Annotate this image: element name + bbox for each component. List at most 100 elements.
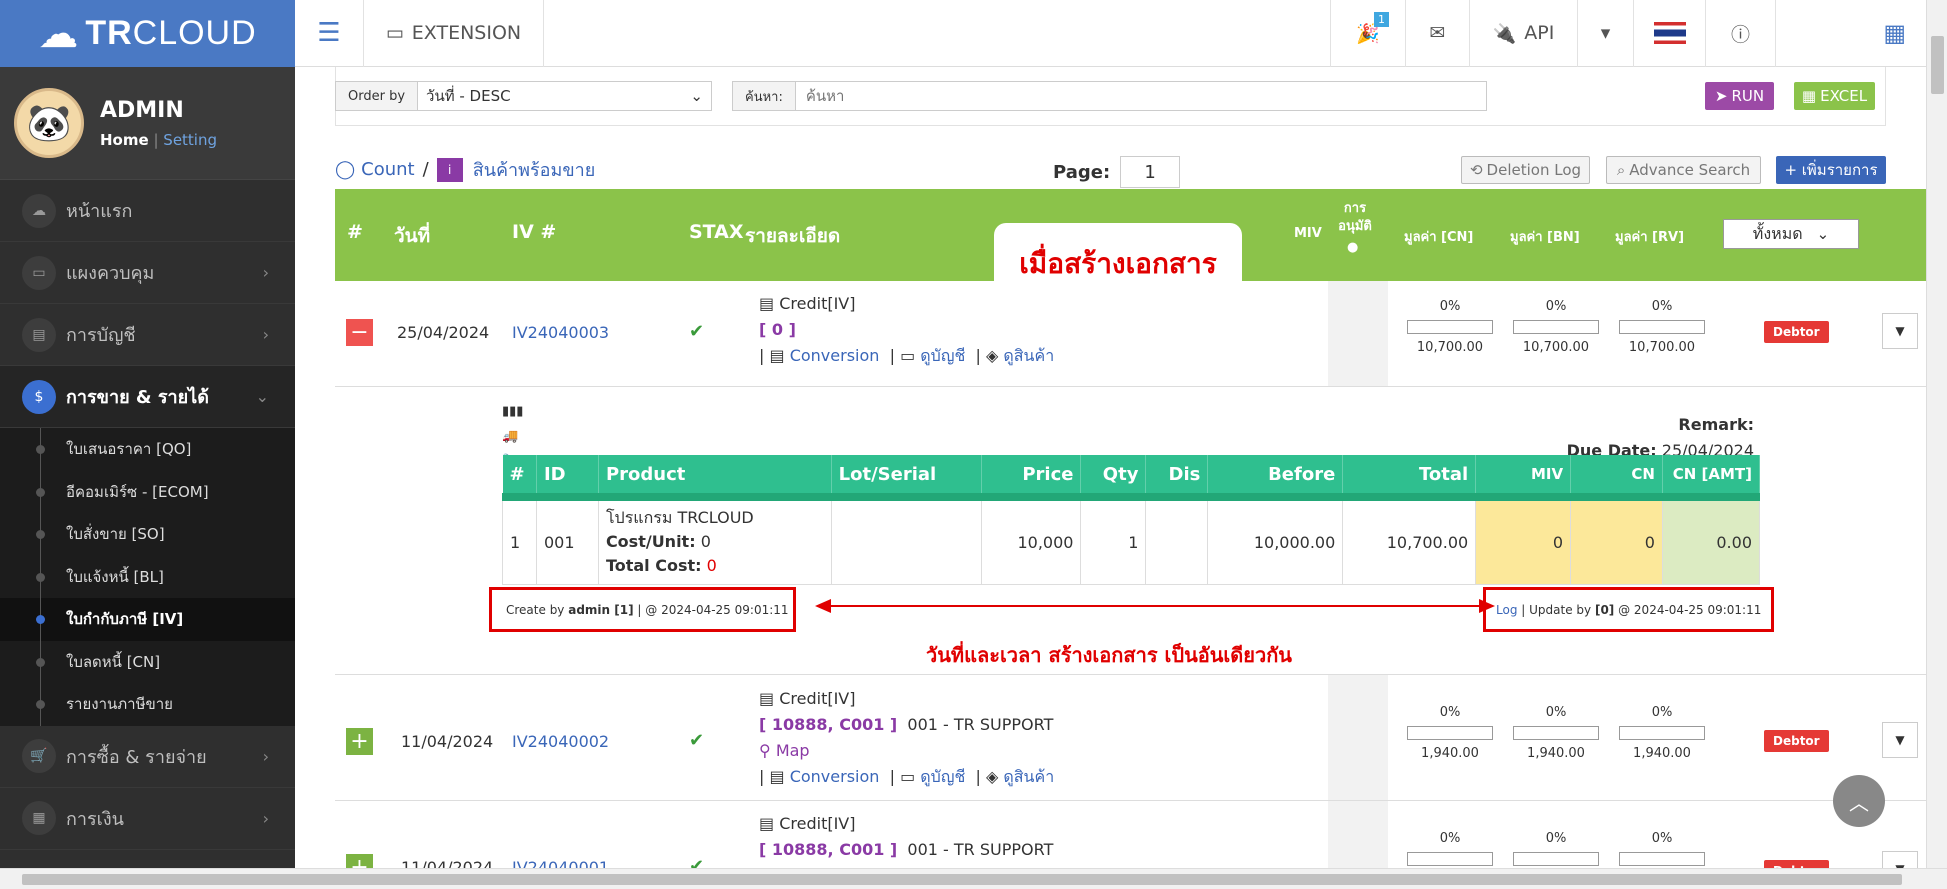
help-icon[interactable]: ⓘ (1706, 0, 1776, 67)
list-bar: ◯ Count / i สินค้าพร้อมขาย (335, 155, 595, 184)
thai-flag-icon[interactable] (1634, 0, 1706, 67)
horizontal-scrollbar[interactable] (0, 868, 1947, 889)
map-marker-icon: ⚲ (759, 741, 771, 760)
brand-name-light: CLOUD (132, 14, 257, 52)
row-date: 11/04/2024 (401, 858, 494, 868)
notification-badge: 1 (1374, 11, 1389, 27)
add-item-button[interactable]: + เพิ่มรายการ (1776, 156, 1886, 184)
submenu-tax-invoice[interactable]: ใบกำกับภาษี [IV] (0, 598, 295, 641)
brand-logo[interactable]: ☁ TR CLOUD (0, 0, 295, 67)
search-field[interactable]: ค้นหา: (732, 81, 1487, 111)
col-rv: มูลค่า [RV] (1615, 230, 1685, 245)
sidebar-item-dashboard[interactable]: ▭ แผงควบคุม › (0, 242, 295, 304)
col-bn: มูลค่า [BN] (1510, 230, 1580, 245)
line-items-table: # ID Product Lot/Serial Price Qty Dis Be… (502, 455, 1761, 585)
list-sep: / (422, 159, 429, 180)
status-filter-select[interactable]: ทั้งหมด ⌄ (1723, 219, 1859, 249)
sidebar-item-label: การขาย & รายได้ (66, 387, 209, 408)
excel-button[interactable]: ▦ EXCEL (1794, 82, 1875, 110)
row-customer-code[interactable]: [ 10888, C001 ] (759, 840, 897, 859)
page-label: Page: (1053, 161, 1111, 183)
caret-down-icon[interactable]: ▾ (1578, 0, 1634, 67)
vertical-scrollbar[interactable] (1926, 0, 1947, 868)
sidebar-item-accounting[interactable]: ▤ การบัญชี › (0, 304, 295, 366)
info-icon: ● (1347, 240, 1359, 255)
cost-unit-value: 0 (700, 532, 711, 552)
search-icon: ⌕ (1616, 161, 1626, 179)
order-by-value: วันที่ - DESC (426, 87, 511, 105)
cloud-icon: ☁ (22, 193, 56, 228)
view-account-link[interactable]: ดูบัญชี (920, 767, 965, 786)
map-link[interactable]: Map (776, 741, 810, 760)
advance-search-button[interactable]: ⌕ Advance Search (1606, 156, 1761, 184)
row-customer-code[interactable]: [ 0 ] (759, 320, 796, 339)
line-col-total: Total (1342, 455, 1477, 497)
row-actions-dropdown[interactable]: ▼ (1882, 851, 1918, 868)
line-total: 10,700.00 (1342, 496, 1477, 585)
extension-button[interactable]: ▭ EXTENSION (364, 0, 544, 67)
order-by-label: Order by (336, 82, 419, 110)
deletion-log-button[interactable]: ⟲ Deletion Log (1461, 156, 1590, 184)
expand-row-button[interactable]: + (346, 854, 373, 868)
submenu-quotation[interactable]: ใบเสนอราคา [QO] (0, 428, 295, 471)
col-approve: การอนุมัติ (1338, 201, 1372, 234)
sidebar-item-sales[interactable]: $ การขาย & รายได้ ⌄ (0, 366, 295, 428)
category-link[interactable]: สินค้าพร้อมขาย (473, 155, 596, 184)
sidebar-item-home[interactable]: ☁ หน้าแรก (0, 180, 295, 242)
page-input[interactable]: 1 (1120, 156, 1181, 188)
setting-link[interactable]: Setting (163, 131, 217, 149)
row-actions-dropdown[interactable]: ▼ (1882, 313, 1918, 349)
view-product-link[interactable]: ดูสินค้า (1003, 767, 1054, 786)
order-by-select[interactable]: Order by วันที่ - DESC ⌄ (335, 81, 712, 111)
row-iv-link[interactable]: IV24040001 (512, 858, 609, 868)
col-miv: MIV (1294, 226, 1322, 241)
expand-row-button[interactable]: + (346, 728, 373, 755)
cn-percent: 0% (1439, 705, 1461, 720)
list-icon: ▤ (769, 767, 785, 786)
conversion-link[interactable]: Conversion (790, 346, 880, 365)
sidebar-item-finance[interactable]: ▦ การเงิน › (0, 788, 295, 850)
log-link[interactable]: Log (1496, 603, 1517, 617)
submenu-credit-note[interactable]: ใบลดหนี้ [CN] (0, 640, 295, 684)
home-link[interactable]: Home (100, 131, 149, 149)
chevron-down-icon: ⌄ (255, 387, 269, 406)
run-button[interactable]: ➤ RUN (1705, 82, 1774, 110)
view-product-link[interactable]: ดูสินค้า (1003, 346, 1054, 365)
view-account-link[interactable]: ดูบัญชี (920, 346, 965, 365)
building-icon[interactable]: ▦ (1776, 0, 1926, 67)
hamburger-menu-icon[interactable]: ☰ (295, 0, 364, 67)
count-link[interactable]: Count (361, 159, 414, 180)
col-date[interactable]: วันที่ (394, 221, 430, 251)
col-iv[interactable]: IV # (512, 221, 556, 243)
check-icon: ✔ (689, 730, 705, 751)
mail-icon[interactable]: ✉ (1406, 0, 1470, 67)
row-iv-link[interactable]: IV24040003 (512, 323, 609, 342)
row-customer-name: 001 - TR SUPPORT (907, 840, 1054, 859)
sidebar-item-purchase[interactable]: 🛒 การซื้อ & รายจ่าย › (0, 726, 295, 788)
line-col-cn: CN (1570, 455, 1663, 497)
row-customer-code[interactable]: [ 10888, C001 ] (759, 715, 897, 734)
submenu-sales-tax-report[interactable]: รายงานภาษีขาย (0, 683, 295, 726)
line-product: โปรแกรม TRCLOUD (605, 508, 754, 528)
submenu-billing[interactable]: ใบแจ้งหนี้ [BL] (0, 555, 295, 599)
search-input[interactable] (795, 87, 1486, 105)
collapse-row-button[interactable]: − (346, 319, 373, 346)
line-lot (830, 496, 982, 585)
api-button[interactable]: 🔌 API (1470, 0, 1578, 67)
row-actions-dropdown[interactable]: ▼ (1882, 722, 1918, 758)
user-sep: | (153, 130, 159, 149)
col-detail: รายละเอียด (745, 225, 841, 247)
run-label: RUN (1731, 87, 1765, 105)
back-to-top-button[interactable]: ︿ (1833, 775, 1885, 827)
cost-unit-label: Cost/Unit: (605, 532, 696, 552)
bn-progress (1513, 726, 1599, 740)
submenu-ecommerce[interactable]: อีคอมเมิร์ซ - [ECOM] (0, 470, 295, 514)
conversion-link[interactable]: Conversion (790, 767, 880, 786)
bn-value: 1,940.00 (1527, 746, 1585, 761)
cn-value: 10,700.00 (1416, 340, 1484, 355)
announcement-button[interactable]: 🎉 1 (1330, 0, 1406, 67)
row-iv-link[interactable]: IV24040002 (512, 732, 609, 751)
submenu-sales-order[interactable]: ใบสั่งขาย [SO] (0, 513, 295, 556)
search-label: ค้นหา: (733, 82, 796, 110)
line-col-miv: MIV (1475, 455, 1572, 497)
